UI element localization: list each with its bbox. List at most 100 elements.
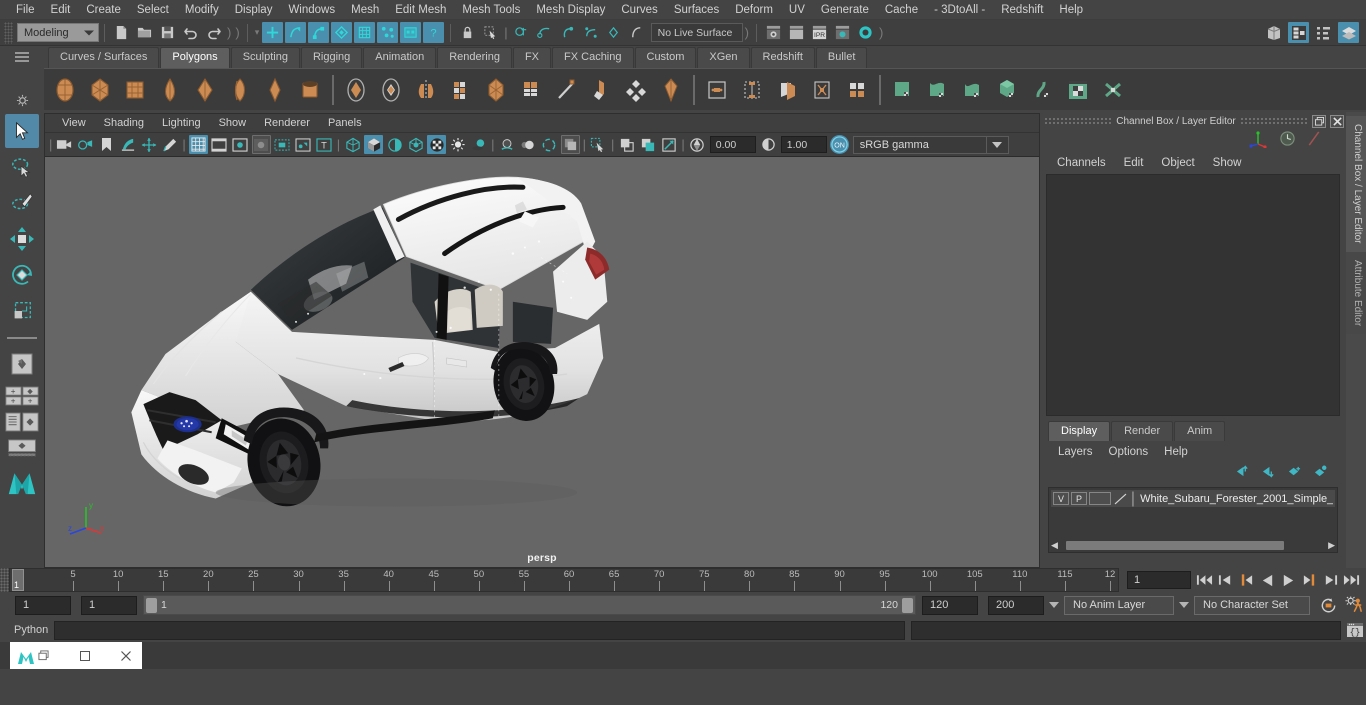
output-connections-icon[interactable] <box>534 22 555 43</box>
step-forward-keyframe-icon[interactable] <box>1321 571 1339 589</box>
tab-anim[interactable]: Anim <box>1174 421 1226 441</box>
view-plane-snap-icon[interactable] <box>354 22 376 43</box>
playback-start-time-field[interactable]: 1 <box>81 595 137 615</box>
animation-end-time-field[interactable]: 200 <box>988 595 1044 615</box>
menu-set-dropdown[interactable]: Modeling <box>17 23 99 42</box>
quick-layout-outliner-icon[interactable] <box>5 409 39 435</box>
clock-icon[interactable] <box>1279 130 1296 152</box>
color-management-toggle-icon[interactable]: ON <box>829 135 849 154</box>
display-layer-list[interactable]: V P | White_Subaru_Forester_2001_Simple_… <box>1048 487 1338 553</box>
panel-drag-handle-left[interactable] <box>1044 116 1113 126</box>
menu-item-surfaces[interactable]: Surfaces <box>666 2 727 18</box>
ipr-render-icon[interactable] <box>786 22 807 43</box>
menu-item-mesh-tools[interactable]: Mesh Tools <box>454 2 528 18</box>
construction-history-icon[interactable] <box>557 22 578 43</box>
shelf-tab-polygons[interactable]: Polygons <box>160 47 230 68</box>
layer-playback-toggle[interactable]: P <box>1070 492 1087 505</box>
character-set-chevron-down-icon[interactable] <box>1179 602 1189 608</box>
menu-item-modify[interactable]: Modify <box>177 2 227 18</box>
motion-blur-icon[interactable] <box>519 135 538 154</box>
bookmark-icon[interactable] <box>97 135 116 154</box>
shelf-tab-fx[interactable]: FX <box>512 47 552 68</box>
step-back-keyframe-icon[interactable] <box>1216 571 1234 589</box>
shelf-menu-icon[interactable] <box>14 50 30 68</box>
step-forward-frame-icon[interactable] <box>1300 571 1318 589</box>
xray-joints-icon[interactable] <box>638 135 657 154</box>
tab-display[interactable]: Display <box>1048 421 1111 441</box>
maximize-window-icon[interactable] <box>79 650 90 661</box>
shelf-options-icon[interactable] <box>16 94 29 112</box>
time-slider-drag-handle[interactable] <box>0 568 9 592</box>
smooth-shade-icon[interactable] <box>364 135 384 154</box>
textured-icon[interactable] <box>427 135 447 154</box>
playback-end-time-field[interactable]: 120 <box>922 595 978 615</box>
play-backwards-icon[interactable] <box>1258 571 1276 589</box>
render-sequence-icon[interactable]: IPR <box>809 22 830 43</box>
layer-menu-help[interactable]: Help <box>1156 445 1196 459</box>
range-left-grip[interactable] <box>146 597 157 613</box>
quick-layout-persp-icon[interactable] <box>5 435 39 461</box>
menu-item-file[interactable]: File <box>8 2 43 18</box>
layer-list-horizontal-scrollbar[interactable]: ◀ ▶ <box>1051 540 1335 551</box>
poly-pipe-icon[interactable] <box>293 73 327 107</box>
menu-item-curves[interactable]: Curves <box>613 2 665 18</box>
move-layer-up-icon[interactable] <box>1235 465 1250 483</box>
poly-bridge-icon[interactable] <box>619 73 653 107</box>
viewport-menu-show[interactable]: Show <box>210 116 256 130</box>
shadows-icon[interactable] <box>469 135 488 154</box>
character-set-dropdown[interactable]: No Character Set <box>1194 595 1310 615</box>
quick-layout-four-icon[interactable]: + + + <box>5 383 39 409</box>
poly-reduce-icon[interactable] <box>654 73 688 107</box>
layer-color-swatch-icon[interactable] <box>1113 492 1129 506</box>
color-management-chevron-down-icon[interactable] <box>986 135 1009 154</box>
shelf-tab-rigging[interactable]: Rigging <box>300 47 363 68</box>
menu-item-windows[interactable]: Windows <box>280 2 343 18</box>
menu-item-help[interactable]: Help <box>1051 2 1091 18</box>
texture-window-icon[interactable] <box>1061 73 1095 107</box>
node-editor-icon[interactable] <box>1288 22 1309 43</box>
exposure-icon[interactable] <box>273 135 292 154</box>
slash-icon[interactable] <box>1306 130 1322 152</box>
animation-start-time-field[interactable]: 1 <box>15 595 71 615</box>
poly-bevel-icon[interactable] <box>584 73 618 107</box>
shaded-wireframe-icon[interactable] <box>385 135 404 154</box>
paint-select-tool-icon[interactable] <box>5 186 39 220</box>
poly-disc-icon[interactable] <box>258 73 292 107</box>
construction-plane-icon[interactable] <box>400 22 422 43</box>
move-tool-icon[interactable] <box>5 222 39 256</box>
render-current-frame-icon[interactable] <box>763 22 784 43</box>
channel-menu-channels[interactable]: Channels <box>1048 156 1115 170</box>
resolution-gate-icon[interactable] <box>139 135 158 154</box>
persp-viewport[interactable]: y x z persp <box>45 157 1039 567</box>
grease-pencil-icon[interactable] <box>160 135 179 154</box>
texture-plane-icon[interactable] <box>886 73 920 107</box>
selection-mask-icon[interactable] <box>480 22 501 43</box>
viewport-menu-lighting[interactable]: Lighting <box>153 116 210 130</box>
grid-snap-icon[interactable] <box>262 22 284 43</box>
shelf-tab-rendering[interactable]: Rendering <box>437 47 512 68</box>
restore-icon[interactable] <box>1312 114 1327 128</box>
layer-row[interactable]: V P | White_Subaru_Forester_2001_Simple_ <box>1051 490 1335 507</box>
quick-layout-single-icon[interactable] <box>5 347 39 381</box>
exposure-control-icon[interactable] <box>688 135 707 154</box>
go-to-end-icon[interactable] <box>1342 571 1360 589</box>
move-layer-down-icon[interactable] <box>1261 465 1276 483</box>
play-forwards-icon[interactable] <box>1279 571 1297 589</box>
channel-menu-show[interactable]: Show <box>1204 156 1251 170</box>
gate-mask-icon[interactable] <box>251 135 271 154</box>
isolate-select-icon[interactable] <box>589 135 608 154</box>
camera-attributes-icon[interactable] <box>76 135 95 154</box>
texture-curve-icon[interactable] <box>921 73 955 107</box>
channel-box-content[interactable] <box>1046 174 1340 416</box>
make-live-icon[interactable] <box>377 22 399 43</box>
construction-history-delete-icon[interactable] <box>580 22 601 43</box>
command-input[interactable] <box>54 620 905 640</box>
poly-combine-icon[interactable] <box>374 73 408 107</box>
anim-layer-dropdown[interactable]: No Anim Layer <box>1064 595 1174 615</box>
lock-icon[interactable] <box>457 22 478 43</box>
axis-gizmo-icon[interactable] <box>1249 130 1269 153</box>
xray-icon[interactable] <box>617 135 636 154</box>
menu-item-mesh[interactable]: Mesh <box>343 2 387 18</box>
menu-item-display[interactable]: Display <box>227 2 281 18</box>
channel-menu-object[interactable]: Object <box>1152 156 1203 170</box>
